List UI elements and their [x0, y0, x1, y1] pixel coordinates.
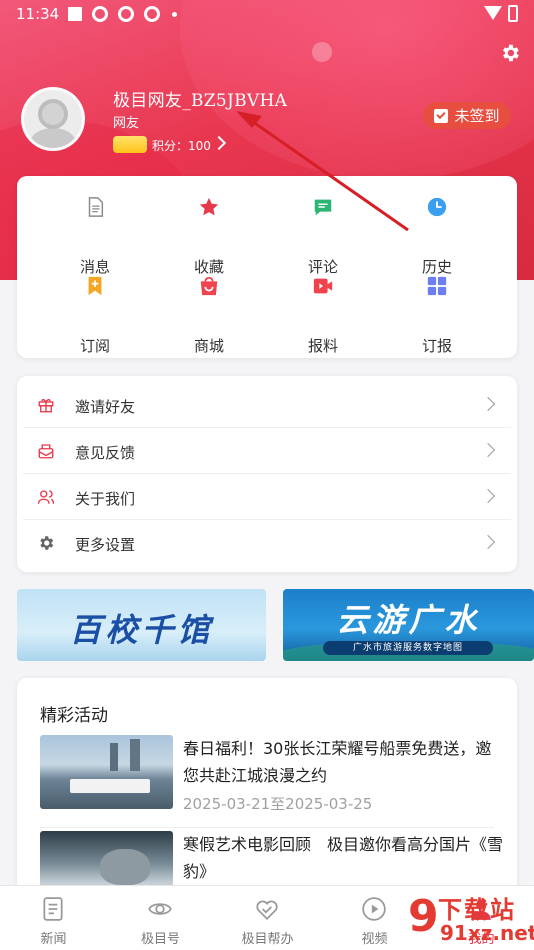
chevron-right-icon	[480, 442, 496, 458]
grid-item-newspaper[interactable]: 订报	[382, 275, 492, 355]
list-item-about-us[interactable]: 关于我们	[23, 474, 511, 520]
vip-badge-icon	[113, 136, 147, 153]
feedback-icon	[38, 444, 54, 459]
battery-icon	[508, 5, 518, 22]
video-icon	[313, 278, 333, 294]
grid-item-label: 报料	[307, 337, 338, 355]
banner-schools-libraries[interactable]: 百校千馆	[17, 589, 266, 661]
tab-jimu-account[interactable]: 极目号	[107, 886, 214, 950]
tab-news[interactable]: 新闻	[0, 886, 107, 950]
header-decoration-dot	[312, 42, 332, 62]
watermark-url: 91xz.net	[440, 921, 534, 945]
eye-icon	[148, 903, 172, 915]
activity-title: 春日福利！30张长江荣耀号船票免费送，邀您共赴江城浪漫之约	[183, 739, 492, 785]
clock-icon	[427, 197, 447, 217]
chevron-right-icon	[480, 534, 496, 550]
grid-item-label: 消息	[79, 258, 110, 276]
bookmark-add-icon	[88, 276, 102, 296]
message-icon	[88, 197, 104, 217]
grid-icon	[427, 276, 447, 296]
grid-item-comments[interactable]: 评论	[268, 196, 378, 276]
grid-item-mall[interactable]: 商城	[154, 275, 264, 355]
status-bar: 11:34	[0, 0, 534, 28]
tab-label: 极目帮办	[241, 932, 294, 947]
watermark-text: 下载站	[438, 896, 516, 924]
more-notifications-icon	[172, 12, 177, 17]
banner-cloud-tour[interactable]: 云游广水 广水市旅游服务数字地图	[283, 589, 534, 661]
activity-thumbnail	[40, 831, 173, 888]
star-icon	[199, 197, 219, 216]
watermark-logo: 9	[408, 891, 439, 942]
activities-card: 精彩活动 春日福利！30张长江荣耀号船票免费送，邀您共赴江城浪漫之约 2025-…	[17, 678, 517, 888]
signin-label: 未签到	[454, 107, 500, 125]
list-item-invite-friends[interactable]: 邀请好友	[23, 382, 511, 428]
grid-item-label: 历史	[421, 258, 452, 276]
notification-icon	[144, 6, 160, 22]
activity-title: 寒假艺术电影回顾 极目邀你看高分国片《雪豹》	[183, 835, 504, 881]
list-item-label: 更多设置	[75, 536, 136, 554]
shopping-bag-icon	[200, 276, 218, 296]
tab-label: 新闻	[40, 932, 67, 947]
settings-gear-icon[interactable]	[499, 42, 521, 64]
list-item-label: 邀请好友	[75, 398, 136, 416]
grid-item-report[interactable]: 报料	[268, 275, 378, 355]
list-item-label: 关于我们	[75, 490, 136, 508]
notification-icon	[118, 6, 134, 22]
shortcut-grid-card: 消息 收藏 评论 历史 订阅 商城 报料 订报	[17, 176, 517, 358]
chevron-right-icon	[480, 488, 496, 504]
banner-subtitle: 广水市旅游服务数字地图	[323, 641, 493, 655]
status-time: 11:34	[16, 5, 60, 23]
news-icon	[43, 897, 63, 921]
tab-jimu-help[interactable]: 极目帮办	[214, 886, 321, 950]
grid-item-label: 评论	[307, 258, 338, 276]
tab-label: 极目号	[140, 932, 180, 947]
notification-icon	[68, 7, 82, 21]
grid-item-subscribe[interactable]: 订阅	[40, 275, 150, 355]
activities-title: 精彩活动	[40, 706, 108, 726]
banner-title: 百校千馆	[69, 611, 214, 649]
notification-icon	[92, 6, 108, 22]
grid-item-favorites[interactable]: 收藏	[154, 196, 264, 276]
grid-item-messages[interactable]: 消息	[40, 196, 150, 276]
list-item-feedback[interactable]: 意见反馈	[23, 428, 511, 474]
site-watermark: 9 下载站 91xz.net	[408, 888, 534, 950]
grid-item-label: 商城	[193, 337, 224, 355]
wifi-icon	[484, 6, 502, 20]
divider	[40, 827, 494, 828]
username[interactable]: 极目网友_BZ5JBVHA	[113, 86, 287, 111]
banner-title: 云游广水	[336, 601, 481, 639]
grid-item-history[interactable]: 历史	[382, 196, 492, 276]
grid-item-label: 订报	[421, 337, 452, 355]
user-type-label: 网友	[113, 116, 140, 131]
list-item-label: 意见反馈	[75, 444, 136, 462]
settings-list-card: 邀请好友 意见反馈 关于我们 更多设置	[17, 376, 517, 572]
grid-item-label: 收藏	[193, 258, 224, 276]
heart-hands-icon	[256, 900, 278, 920]
points-label[interactable]: 积分：100	[152, 137, 211, 154]
activity-thumbnail	[40, 735, 173, 809]
activity-date: 2025-03-21至2025-03-25	[183, 795, 373, 813]
users-icon	[37, 490, 55, 504]
chevron-right-icon	[480, 396, 496, 412]
grid-item-label: 订阅	[79, 337, 110, 355]
gear-icon	[40, 536, 54, 550]
gift-icon	[38, 398, 54, 413]
avatar[interactable]	[21, 87, 85, 151]
signin-button[interactable]: 未签到	[423, 102, 511, 129]
comment-icon	[314, 199, 332, 216]
play-icon	[362, 897, 386, 921]
list-item-more-settings[interactable]: 更多设置	[23, 520, 511, 566]
calendar-check-icon	[434, 108, 449, 123]
